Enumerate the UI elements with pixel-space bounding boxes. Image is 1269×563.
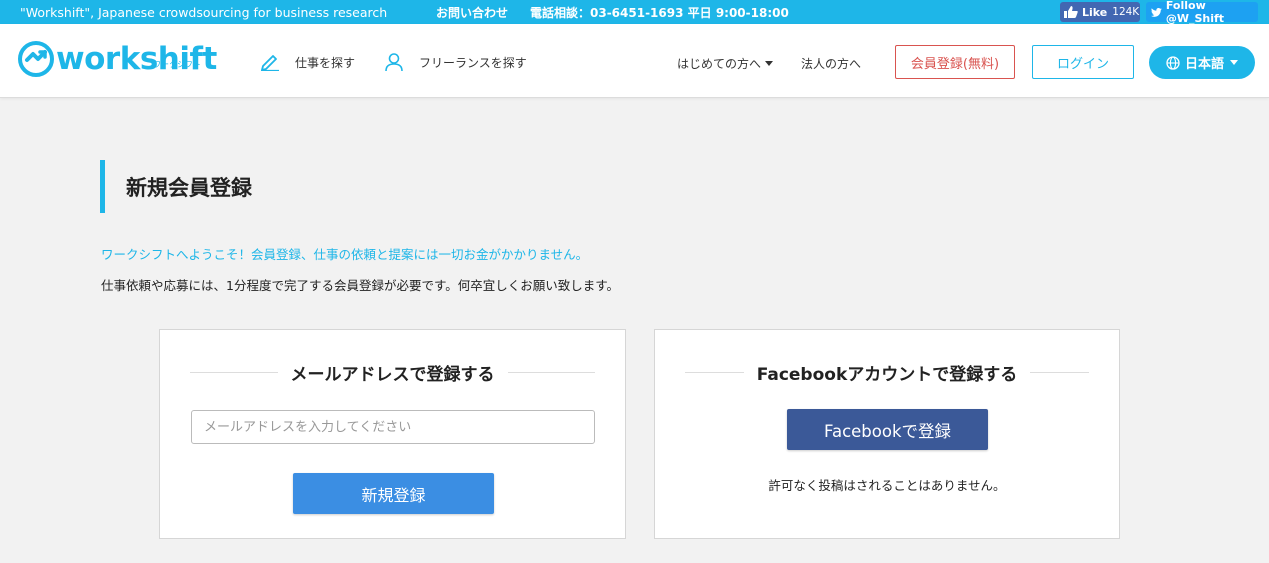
facebook-card-title: Facebookアカウントで登録する	[756, 364, 1018, 385]
logo-mark-icon	[18, 41, 54, 77]
facebook-privacy-note: 許可なく投稿はされることはありません。	[768, 478, 1006, 493]
facebook-signup-card: Facebookアカウントで登録する Facebookで登録 許可なく投稿はされ…	[654, 329, 1120, 539]
divider	[507, 371, 595, 373]
nav-first-time-label: はじめての方へ	[677, 57, 762, 71]
login-button[interactable]: ログイン	[1032, 45, 1134, 79]
page-title-block: 新規会員登録	[100, 160, 252, 213]
language-selector[interactable]: 日本語	[1149, 46, 1255, 79]
like-count: 124K	[1112, 6, 1140, 18]
divider	[190, 371, 278, 373]
top-info-bar: "Workshift", Japanese crowdsourcing for …	[0, 0, 1269, 25]
nav-find-job[interactable]: 仕事を探す	[260, 53, 355, 71]
nav-find-job-label: 仕事を探す	[295, 55, 356, 70]
facebook-signup-button[interactable]: Facebookで登録	[787, 409, 988, 450]
nav-corporate[interactable]: 法人の方へ	[801, 55, 861, 72]
twitter-follow-button[interactable]: Follow @W_Shift	[1146, 0, 1258, 25]
chevron-down-icon	[1230, 60, 1238, 65]
nav-find-freelancer-label: フリーランスを探す	[419, 55, 527, 70]
contact-link[interactable]: お問い合わせ	[436, 4, 508, 21]
site-header: workshift ワークシフト 仕事を探す フリーランスを探す はじめての方へ…	[0, 24, 1269, 98]
email-field[interactable]	[191, 410, 595, 444]
nav-first-time[interactable]: はじめての方へ	[677, 55, 774, 72]
like-label: Like	[1082, 5, 1108, 19]
email-card-title: メールアドレスで登録する	[290, 364, 495, 385]
site-tagline: "Workshift", Japanese crowdsourcing for …	[20, 5, 388, 20]
signup-button[interactable]: 新規登録	[293, 473, 494, 514]
twitter-bird-icon	[1151, 7, 1162, 17]
logo-subtext: ワークシフト	[153, 60, 201, 69]
facebook-card-header: Facebookアカウントで登録する	[685, 360, 1089, 385]
thumbs-up-icon	[1064, 6, 1078, 18]
email-card-header: メールアドレスで登録する	[190, 360, 595, 385]
globe-icon	[1166, 55, 1180, 70]
divider	[685, 371, 744, 373]
user-icon	[385, 53, 403, 72]
registration-notice: 仕事依頼や応募には、1分程度で完了する会員登録が必要です。何卒宜しくお願い致しま…	[101, 278, 619, 293]
welcome-message: ワークシフトへようこそ！会員登録、仕事の依頼と提案には一切お金がかかりません。	[101, 247, 589, 262]
pencil-icon	[261, 55, 279, 71]
register-button[interactable]: 会員登録(無料)	[895, 45, 1015, 79]
facebook-like-button[interactable]: Like 124K	[1060, 2, 1140, 22]
page-title: 新規会員登録	[126, 175, 252, 200]
nav-find-freelancer[interactable]: フリーランスを探す	[384, 52, 527, 72]
divider	[1030, 371, 1089, 373]
phone-consultation: 電話相談：03-6451-1693 平日 9:00-18:00	[530, 6, 789, 20]
email-signup-card: メールアドレスで登録する 新規登録	[159, 329, 626, 539]
follow-label: Follow @W_Shift	[1165, 0, 1225, 25]
nav-corporate-label: 法人の方へ	[801, 57, 862, 71]
chevron-down-icon	[765, 61, 774, 66]
language-label: 日本語	[1184, 57, 1224, 72]
